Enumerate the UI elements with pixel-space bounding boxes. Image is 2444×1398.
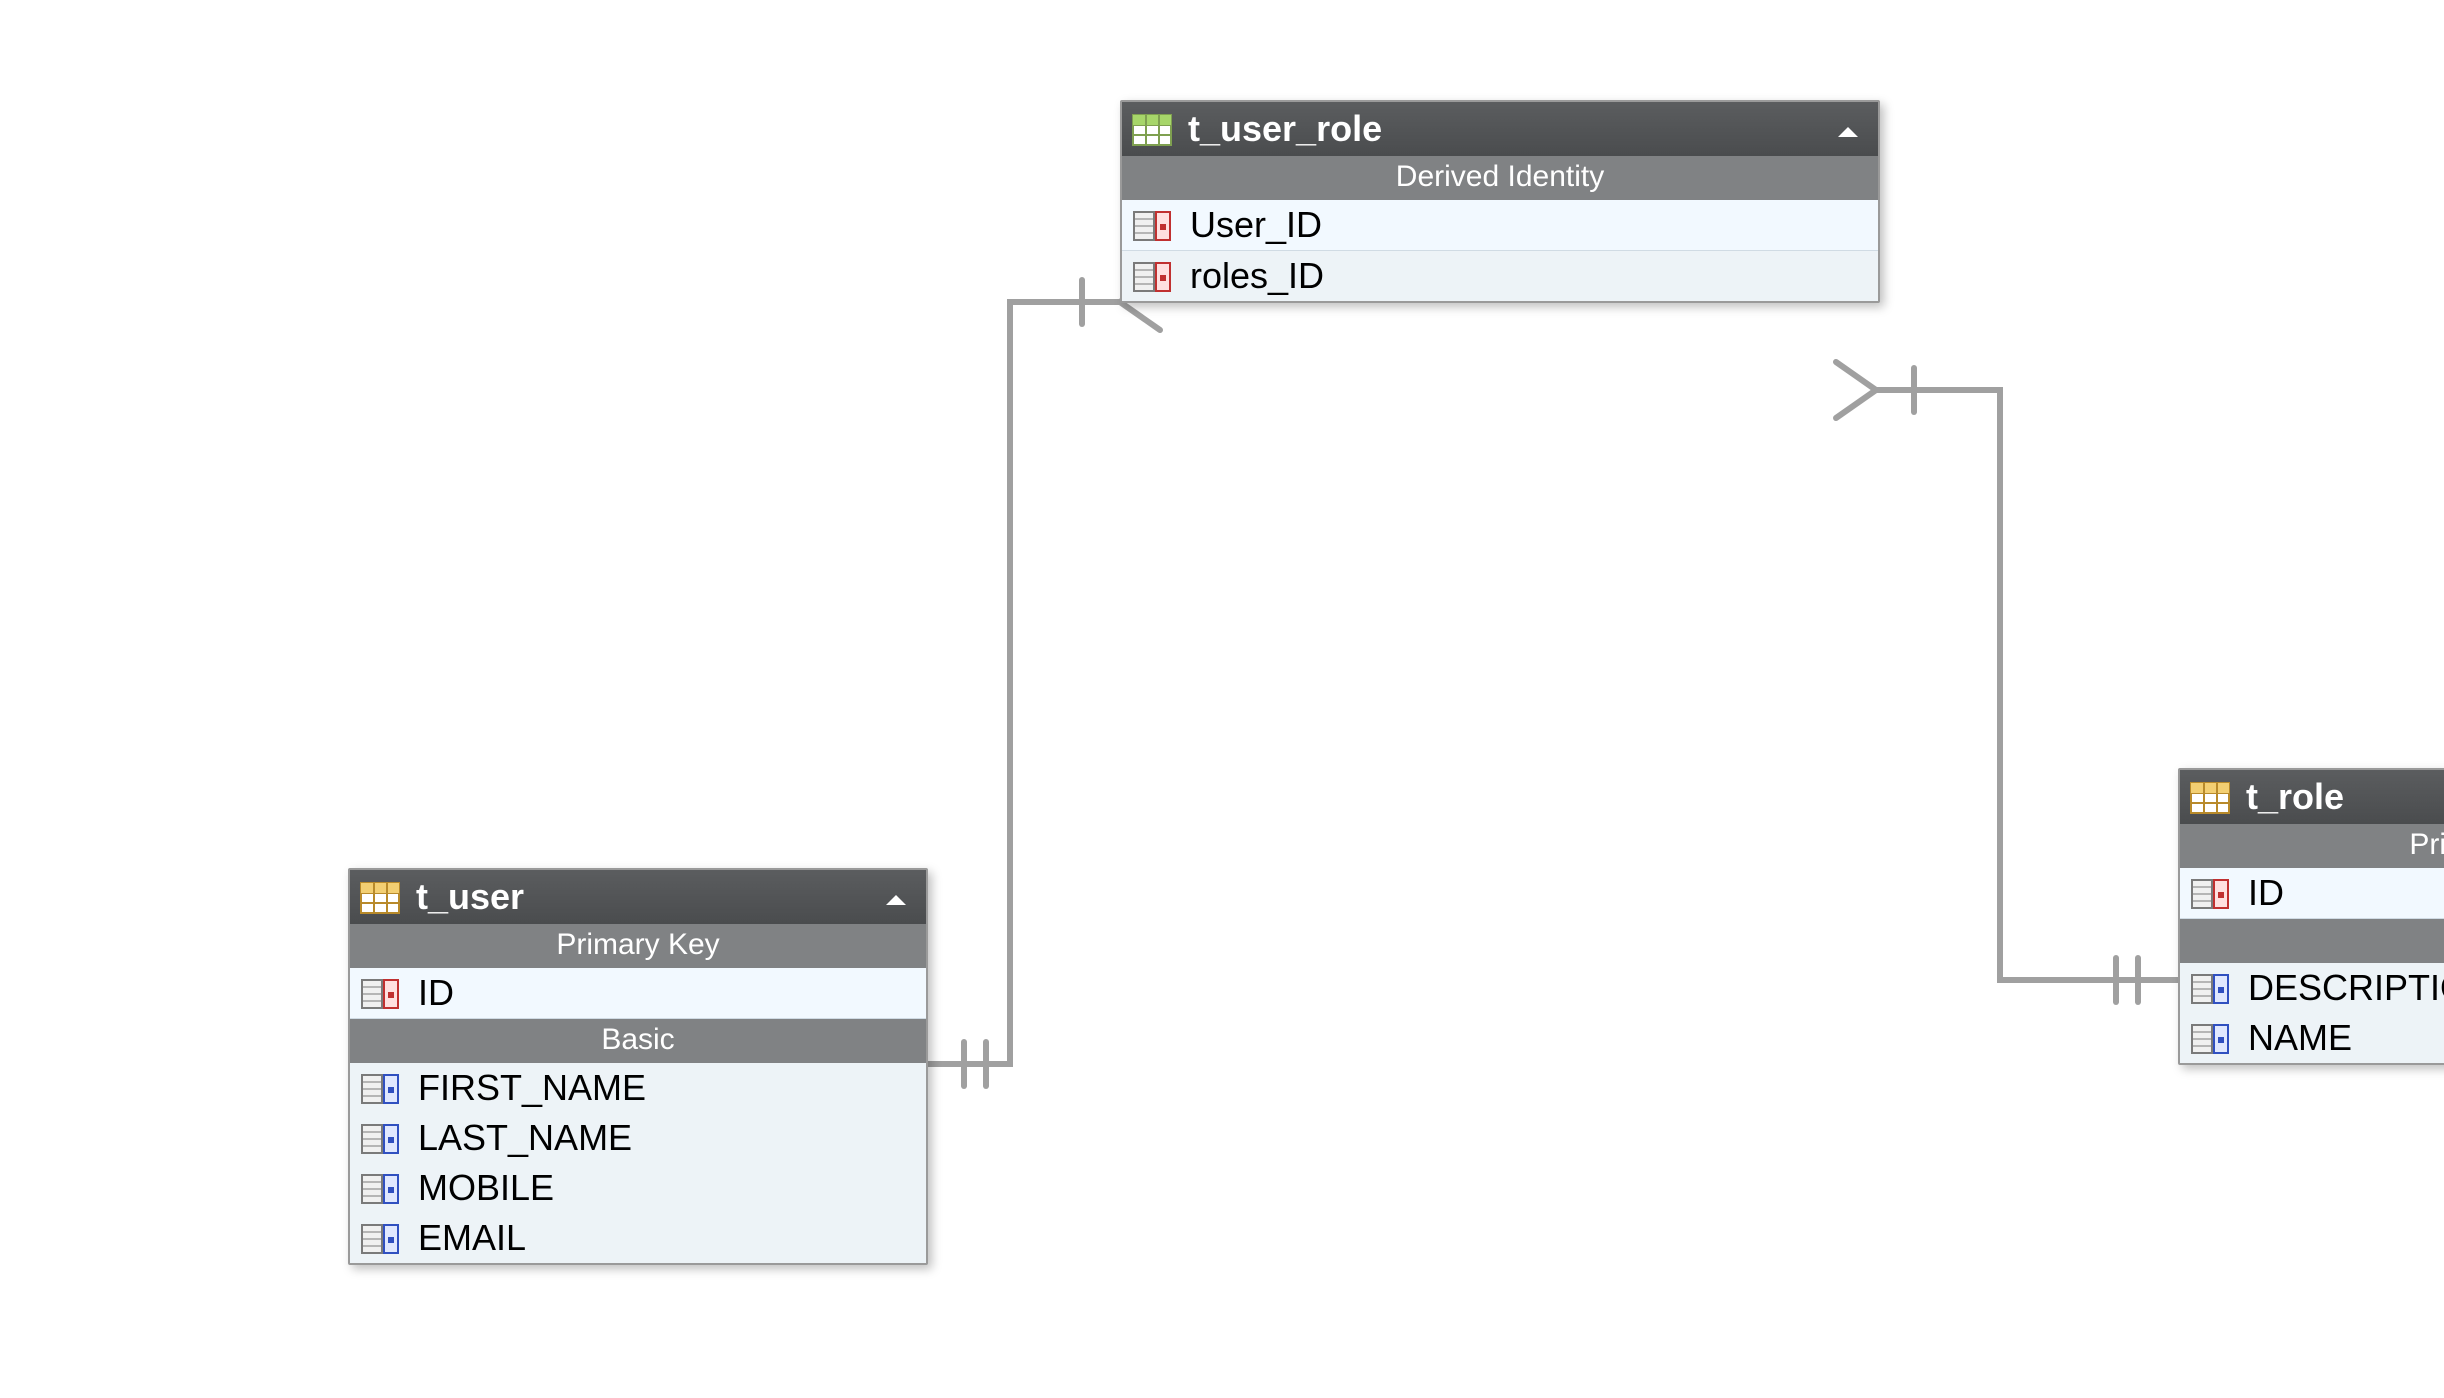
column-row[interactable]: EMAIL xyxy=(350,1213,926,1263)
column-row[interactable]: MOBILE xyxy=(350,1163,926,1213)
entity-header[interactable]: t_user xyxy=(350,870,926,924)
entity-header[interactable]: t_user_role xyxy=(1122,102,1878,156)
relationship-t_user_role-to-t_user xyxy=(924,302,1120,1064)
table-icon xyxy=(1132,113,1172,145)
basic-column-icon xyxy=(2190,1022,2230,1054)
section-heading: Basic xyxy=(2180,919,2444,963)
section-heading: Primary Key xyxy=(2180,824,2444,868)
foreign-key-column-icon xyxy=(1132,260,1172,292)
column-label: User_ID xyxy=(1172,204,1322,246)
column-label: MOBILE xyxy=(400,1167,554,1209)
collapse-icon[interactable] xyxy=(882,876,910,918)
basic-column-icon xyxy=(360,1172,400,1204)
column-row[interactable]: NAME xyxy=(2180,1013,2444,1063)
column-label: NAME xyxy=(2230,1017,2352,1059)
column-label: ID xyxy=(2230,872,2284,914)
basic-column-icon xyxy=(360,1072,400,1104)
diagram-canvas: t_user_role Derived Identity User_ID xyxy=(0,0,2444,1398)
column-row[interactable]: FIRST_NAME xyxy=(350,1063,926,1113)
column-row[interactable]: User_ID xyxy=(1122,200,1878,251)
table-icon xyxy=(2190,781,2230,813)
section-heading: Derived Identity xyxy=(1122,156,1878,200)
column-label: ID xyxy=(400,972,454,1014)
basic-column-icon xyxy=(360,1222,400,1254)
entity-title: t_role xyxy=(2230,776,2444,818)
table-icon xyxy=(360,881,400,913)
section-heading: Primary Key xyxy=(350,924,926,968)
section-heading: Basic xyxy=(350,1019,926,1063)
relationship-t_user_role-to-t_role xyxy=(1876,390,2178,980)
entity-t_user_role[interactable]: t_user_role Derived Identity User_ID xyxy=(1120,100,1880,303)
column-row[interactable]: DESCRIPTION xyxy=(2180,963,2444,1013)
entity-t_user[interactable]: t_user Primary Key ID Basic xyxy=(348,868,928,1265)
column-label: FIRST_NAME xyxy=(400,1067,646,1109)
entity-title: t_user xyxy=(400,876,882,918)
basic-column-icon xyxy=(360,1122,400,1154)
foreign-key-column-icon xyxy=(1132,209,1172,241)
entity-t_role[interactable]: t_role Primary Key ID Basic xyxy=(2178,768,2444,1065)
column-row[interactable]: LAST_NAME xyxy=(350,1113,926,1163)
column-row[interactable]: ID xyxy=(350,968,926,1019)
column-label: DESCRIPTION xyxy=(2230,967,2444,1009)
primary-key-column-icon xyxy=(360,977,400,1009)
entity-title: t_user_role xyxy=(1172,108,1834,150)
column-label: roles_ID xyxy=(1172,255,1324,297)
column-label: LAST_NAME xyxy=(400,1117,632,1159)
collapse-icon[interactable] xyxy=(1834,108,1862,150)
primary-key-column-icon xyxy=(2190,877,2230,909)
column-row[interactable]: ID xyxy=(2180,868,2444,919)
entity-header[interactable]: t_role xyxy=(2180,770,2444,824)
basic-column-icon xyxy=(2190,972,2230,1004)
column-row[interactable]: roles_ID xyxy=(1122,251,1878,301)
column-label: EMAIL xyxy=(400,1217,526,1259)
